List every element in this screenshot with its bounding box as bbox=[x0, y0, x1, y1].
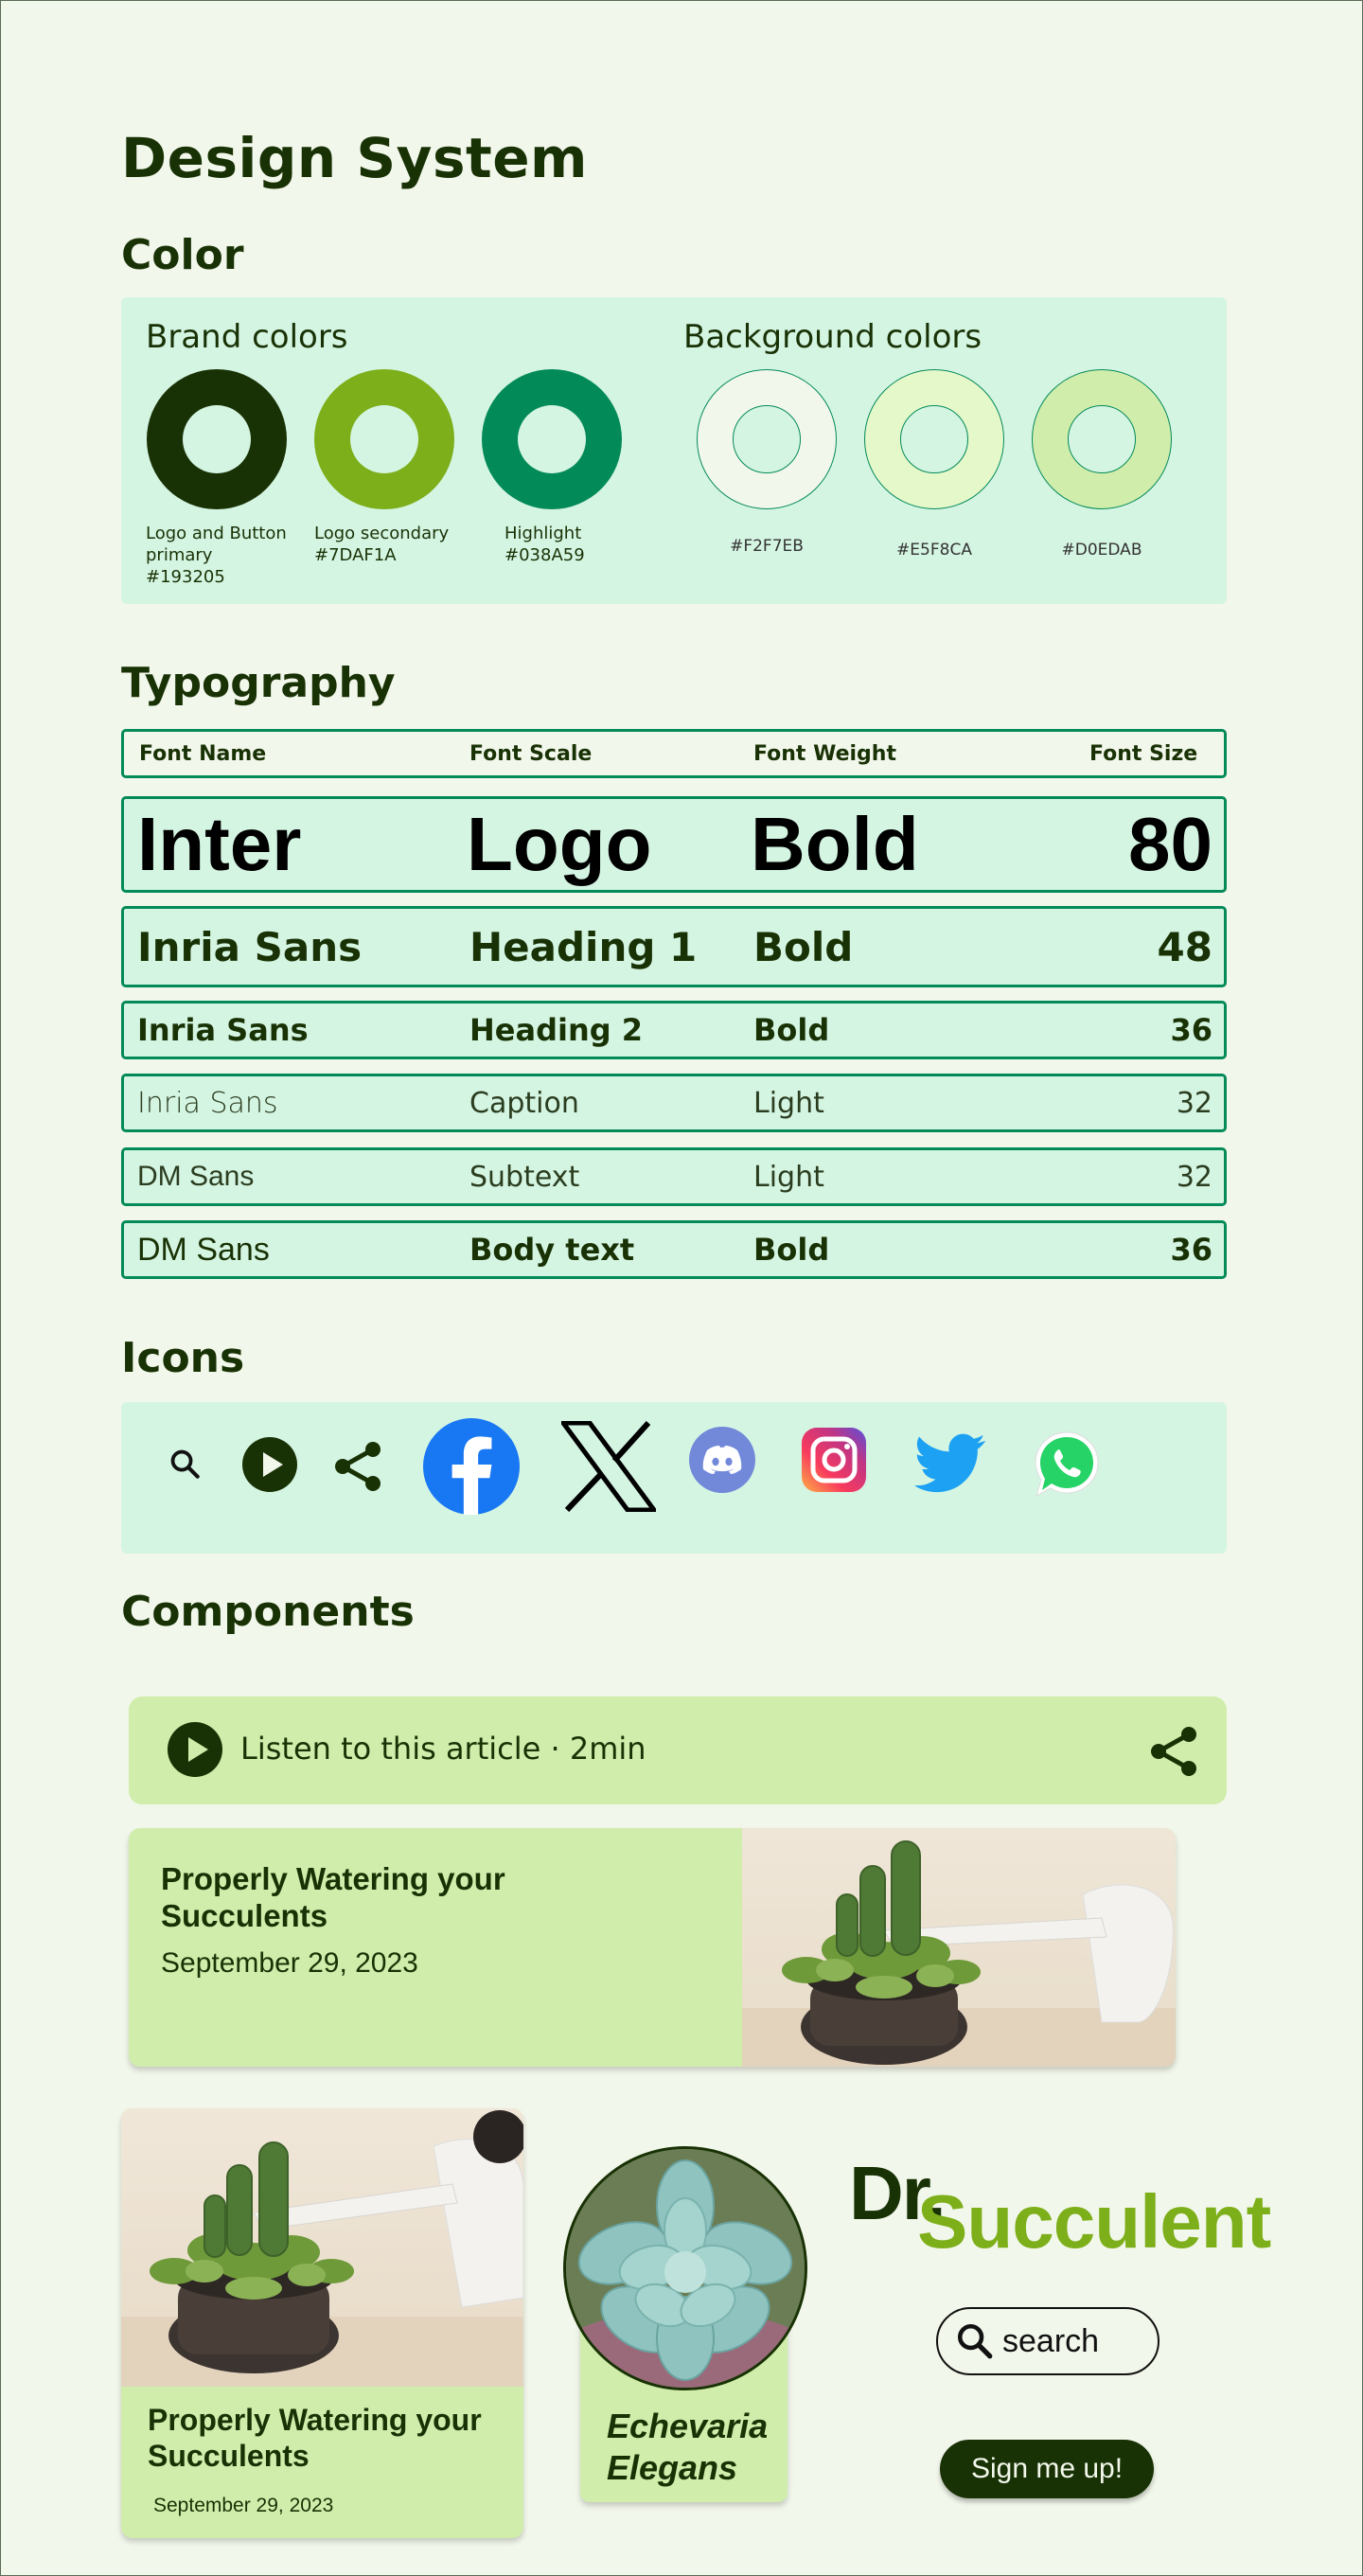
type-row-heading2: Inria Sans Heading 2 Bold 36 bbox=[121, 1001, 1227, 1059]
typography-heading: Typography bbox=[121, 659, 396, 707]
icons-panel bbox=[121, 1402, 1227, 1554]
search-icon bbox=[955, 2321, 995, 2361]
brand-secondary-label: Logo secondary #7DAF1A bbox=[314, 523, 466, 566]
components-heading: Components bbox=[121, 1588, 415, 1636]
signup-button[interactable]: Sign me up! bbox=[940, 2440, 1154, 2498]
share-icon[interactable] bbox=[1145, 1723, 1202, 1780]
search-icon[interactable] bbox=[163, 1442, 208, 1487]
brand-swatch-primary bbox=[147, 369, 287, 509]
logo: Dr. Succulent bbox=[849, 2150, 1294, 2264]
facebook-icon[interactable] bbox=[422, 1417, 521, 1516]
brand-colors-title: Brand colors bbox=[146, 318, 348, 356]
search-label: search bbox=[1002, 2322, 1100, 2359]
type-row-logo: Inter Logo Bold 80 bbox=[121, 796, 1227, 893]
type-row-heading1: Inria Sans Heading 1 Bold 48 bbox=[121, 906, 1227, 987]
article-image bbox=[121, 2108, 523, 2387]
brand-highlight-hex: #038A59 bbox=[504, 545, 585, 565]
article-card-tall[interactable]: Properly Watering your Succulents Septem… bbox=[121, 2108, 523, 2538]
discord-icon[interactable] bbox=[687, 1425, 757, 1495]
brand-primary-label: Logo and Button primary #193205 bbox=[146, 523, 307, 588]
audio-label: Listen to this article · 2min bbox=[240, 1731, 646, 1767]
play-icon[interactable] bbox=[241, 1436, 298, 1493]
bg-swatch-2 bbox=[864, 369, 1004, 509]
article-title[interactable]: Properly Watering your Succulents bbox=[148, 2402, 517, 2474]
color-panel: Brand colors Background colors Logo and … bbox=[121, 297, 1227, 604]
type-row-body: DM Sans Body text Bold 36 bbox=[121, 1220, 1227, 1279]
bg-swatch-1 bbox=[697, 369, 837, 509]
brand-highlight-label: Highlight #038A59 bbox=[504, 523, 618, 566]
instagram-icon[interactable] bbox=[799, 1425, 869, 1495]
col-font-scale: Font Scale bbox=[469, 741, 593, 766]
col-font-name: Font Name bbox=[139, 741, 267, 766]
plant-name: Echevaria Elegans bbox=[607, 2407, 769, 2487]
article-date: September 29, 2023 bbox=[153, 2495, 334, 2516]
typography-header-row: Font Name Font Scale Font Weight Font Si… bbox=[121, 729, 1227, 778]
share-icon[interactable] bbox=[327, 1436, 388, 1497]
col-font-size: Font Size bbox=[1089, 741, 1198, 766]
type-row-subtext: DM Sans Subtext Light 32 bbox=[121, 1147, 1227, 1206]
brand-secondary-hex: #7DAF1A bbox=[314, 545, 397, 565]
logo-part2: Succulent bbox=[917, 2179, 1271, 2264]
brand-swatch-highlight bbox=[482, 369, 622, 509]
whatsapp-icon[interactable] bbox=[1030, 1427, 1106, 1502]
bg-hex-1: #F2F7EB bbox=[730, 537, 804, 556]
bg-swatch-3 bbox=[1032, 369, 1172, 509]
audio-player-bar[interactable]: Listen to this article · 2min bbox=[129, 1697, 1227, 1804]
icons-heading: Icons bbox=[121, 1334, 245, 1382]
brand-primary-hex: #193205 bbox=[146, 567, 225, 587]
type-row-caption: Inria Sans Caption Light 32 bbox=[121, 1074, 1227, 1132]
col-font-weight: Font Weight bbox=[753, 741, 896, 766]
background-colors-title: Background colors bbox=[683, 318, 982, 356]
brand-swatch-secondary bbox=[314, 369, 454, 509]
twitter-icon[interactable] bbox=[912, 1430, 988, 1497]
page-title: Design System bbox=[121, 126, 588, 190]
article-title[interactable]: Properly Watering your Succulents bbox=[161, 1860, 540, 1934]
play-icon[interactable] bbox=[167, 1721, 223, 1778]
article-date: September 29, 2023 bbox=[161, 1947, 418, 1979]
bg-hex-2: #E5F8CA bbox=[896, 541, 972, 560]
search-button[interactable]: search bbox=[936, 2307, 1159, 2375]
x-icon[interactable] bbox=[559, 1419, 658, 1514]
signup-label: Sign me up! bbox=[970, 2453, 1124, 2484]
color-heading: Color bbox=[121, 231, 244, 279]
bg-hex-3: #D0EDAB bbox=[1061, 541, 1142, 560]
plant-image bbox=[563, 2146, 807, 2390]
article-card-wide[interactable]: Properly Watering your Succulents Septem… bbox=[129, 1828, 1176, 2067]
article-image bbox=[742, 1828, 1176, 2067]
